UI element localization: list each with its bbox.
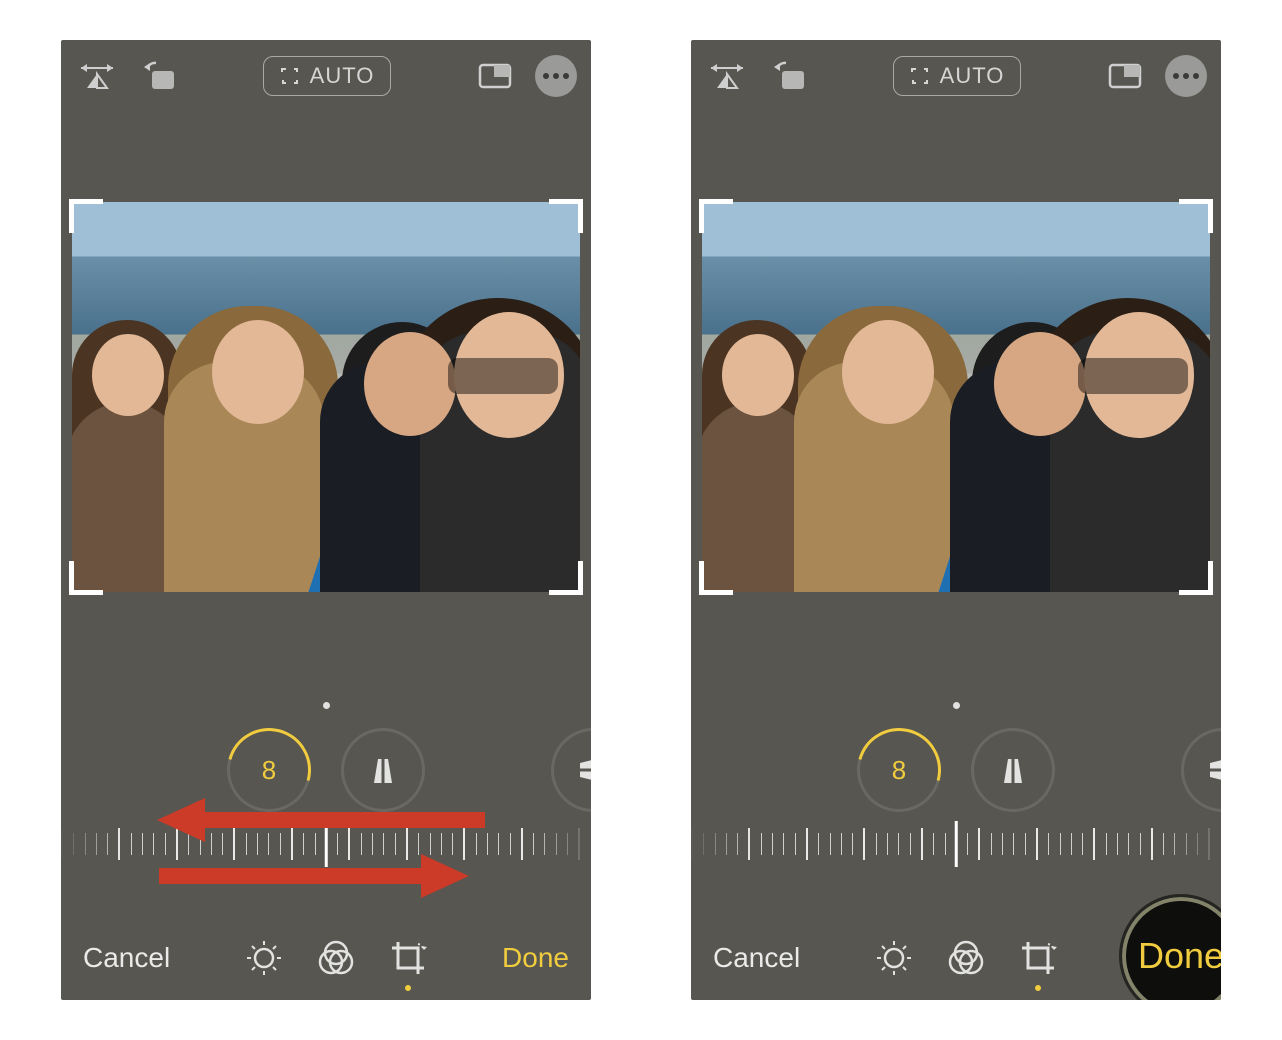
vertical-perspective-dial[interactable] bbox=[971, 728, 1055, 812]
active-tab-dot bbox=[405, 985, 411, 991]
photo-preview bbox=[702, 202, 1210, 592]
crop-canvas[interactable] bbox=[691, 112, 1221, 702]
photo-preview bbox=[72, 202, 580, 592]
more-options-icon[interactable] bbox=[1165, 55, 1207, 97]
crop-handle-br[interactable] bbox=[549, 561, 583, 595]
crop-canvas[interactable] bbox=[61, 112, 591, 702]
aspect-ratio-icon[interactable] bbox=[473, 54, 517, 98]
cancel-button[interactable]: Cancel bbox=[713, 942, 800, 974]
flip-horizontal-icon[interactable] bbox=[75, 54, 119, 98]
done-button[interactable]: Done bbox=[502, 942, 569, 974]
selected-dial-indicator-dot bbox=[953, 702, 960, 709]
horizontal-perspective-dial[interactable] bbox=[551, 728, 591, 812]
selected-dial-indicator-dot bbox=[323, 702, 330, 709]
filters-tab-icon[interactable] bbox=[943, 935, 989, 981]
edit-mode-tabs bbox=[871, 935, 1061, 981]
crop-frame[interactable] bbox=[72, 202, 580, 592]
rotate-icon[interactable] bbox=[137, 54, 181, 98]
crop-handle-br[interactable] bbox=[1179, 561, 1213, 595]
ruler-center-marker bbox=[325, 821, 328, 867]
auto-crop-button[interactable]: AUTO bbox=[263, 56, 392, 96]
crop-handle-tl[interactable] bbox=[699, 199, 733, 233]
straighten-dial[interactable]: 8 bbox=[227, 728, 311, 812]
rotate-icon[interactable] bbox=[767, 54, 811, 98]
crop-handle-tr[interactable] bbox=[1179, 199, 1213, 233]
edit-mode-tabs bbox=[241, 935, 431, 981]
crop-handle-bl[interactable] bbox=[69, 561, 103, 595]
editor-top-toolbar: AUTO bbox=[691, 40, 1221, 112]
perspective-dial-row: 8 bbox=[61, 725, 591, 815]
auto-label: AUTO bbox=[940, 63, 1005, 89]
auto-crop-button[interactable]: AUTO bbox=[893, 56, 1022, 96]
done-highlight-label: Done bbox=[1138, 935, 1221, 977]
active-tab-dot bbox=[1035, 985, 1041, 991]
flip-horizontal-icon[interactable] bbox=[705, 54, 749, 98]
angle-ruler-slider[interactable] bbox=[61, 821, 591, 867]
editor-top-toolbar: AUTO bbox=[61, 40, 591, 112]
crop-tab-icon[interactable] bbox=[1015, 935, 1061, 981]
more-options-icon[interactable] bbox=[535, 55, 577, 97]
crop-handle-tr[interactable] bbox=[549, 199, 583, 233]
editor-bottom-toolbar: Cancel Done bbox=[61, 922, 591, 1000]
filters-tab-icon[interactable] bbox=[313, 935, 359, 981]
adjust-tab-icon[interactable] bbox=[241, 935, 287, 981]
vertical-perspective-dial[interactable] bbox=[341, 728, 425, 812]
cancel-button[interactable]: Cancel bbox=[83, 942, 170, 974]
photo-editor-screen-step2: AUTO bbox=[691, 40, 1221, 1000]
crop-handle-bl[interactable] bbox=[699, 561, 733, 595]
adjust-tab-icon[interactable] bbox=[871, 935, 917, 981]
perspective-dial-row: 8 bbox=[691, 725, 1221, 815]
ruler-center-marker bbox=[955, 821, 958, 867]
aspect-ratio-icon[interactable] bbox=[1103, 54, 1147, 98]
photo-editor-screen-step1: AUTO bbox=[61, 40, 591, 1000]
auto-label: AUTO bbox=[310, 63, 375, 89]
crop-frame[interactable] bbox=[702, 202, 1210, 592]
crop-handle-tl[interactable] bbox=[69, 199, 103, 233]
straighten-dial[interactable]: 8 bbox=[857, 728, 941, 812]
crop-adjust-panel: 8 bbox=[61, 702, 591, 922]
crop-tab-icon[interactable] bbox=[385, 935, 431, 981]
angle-ruler-slider[interactable] bbox=[691, 821, 1221, 867]
horizontal-perspective-dial[interactable] bbox=[1181, 728, 1221, 812]
crop-adjust-panel: 8 bbox=[691, 702, 1221, 922]
